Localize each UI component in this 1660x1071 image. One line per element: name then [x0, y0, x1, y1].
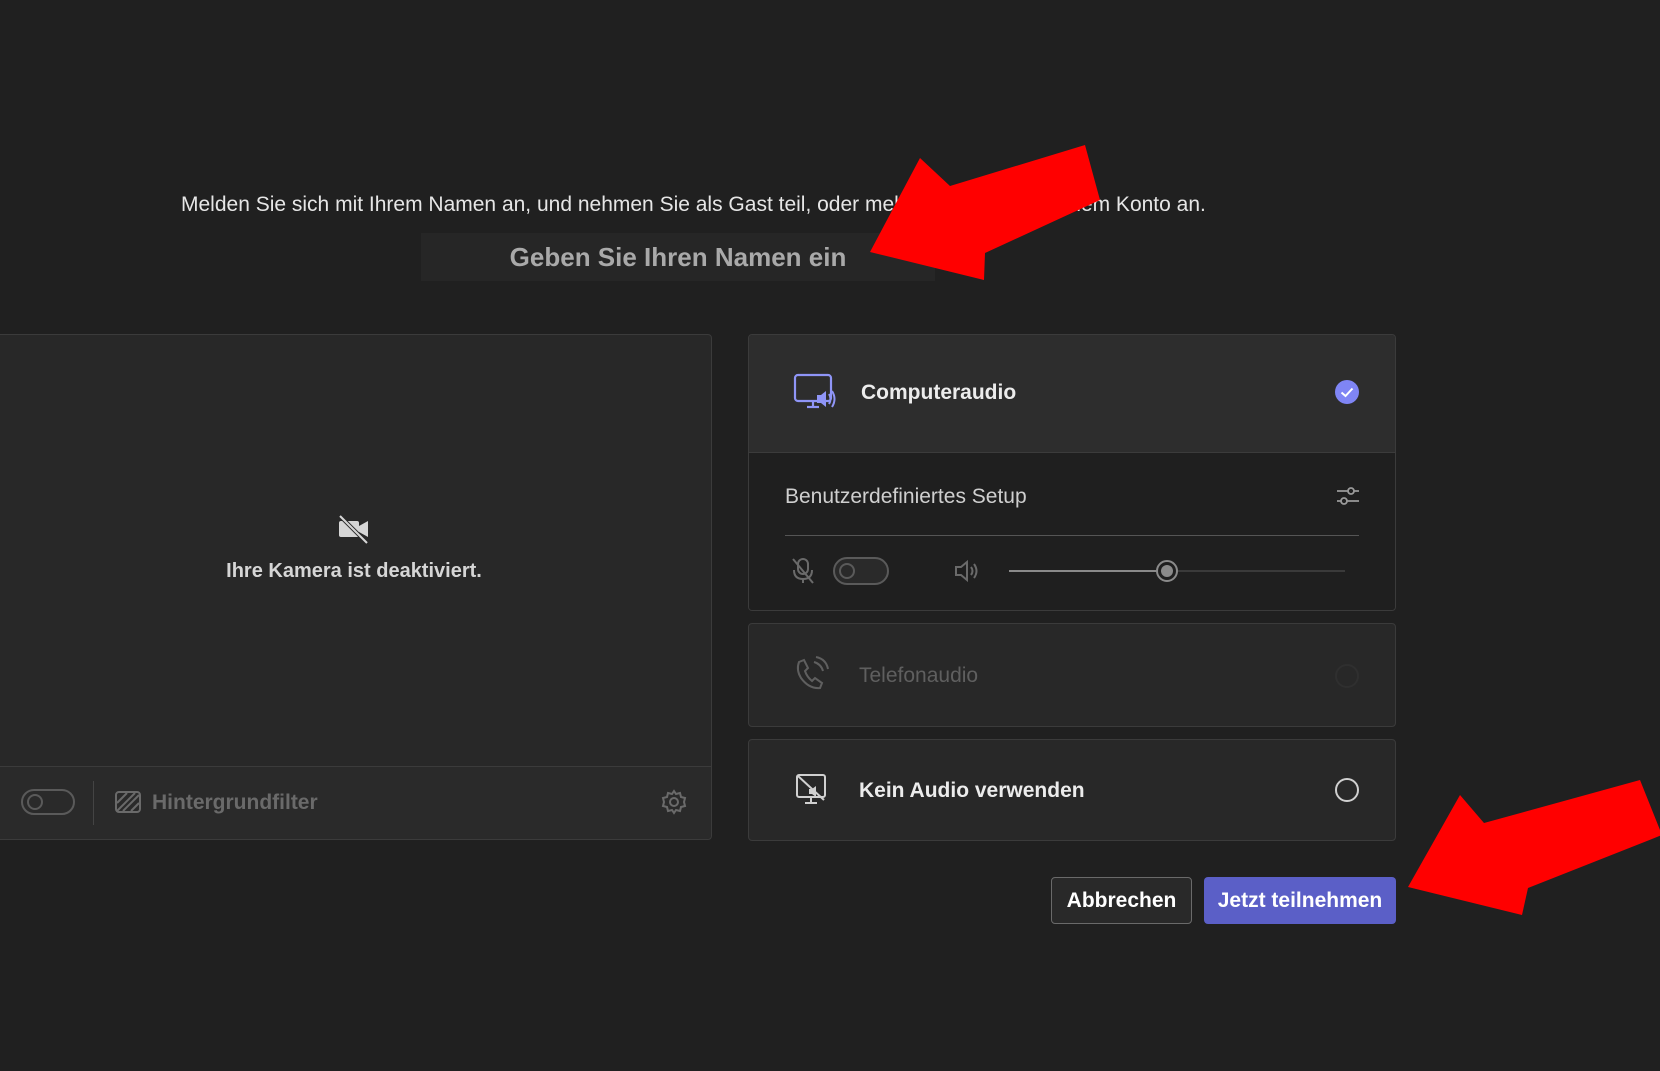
- name-input[interactable]: [421, 233, 935, 281]
- cancel-button[interactable]: Abbrechen: [1051, 877, 1192, 924]
- camera-preview: Ihre Kamera ist deaktiviert. Hintergrund…: [0, 334, 712, 840]
- background-filter-icon: [115, 791, 141, 813]
- sliders-icon[interactable]: [1335, 483, 1361, 509]
- gear-icon[interactable]: [661, 789, 687, 815]
- no-audio-radio[interactable]: [1335, 778, 1359, 802]
- volume-thumb[interactable]: [1155, 560, 1178, 582]
- phone-audio-icon: [791, 656, 835, 696]
- camera-toggle[interactable]: [21, 789, 75, 815]
- no-audio-icon: [795, 773, 839, 813]
- camera-status-text: Ihre Kamera ist deaktiviert.: [226, 560, 482, 582]
- microphone-toggle[interactable]: [833, 557, 889, 585]
- computer-audio-option[interactable]: Computeraudio Benutzerdefiniertes Setup: [748, 334, 1396, 611]
- annotation-arrow-name: [870, 145, 1100, 280]
- computer-audio-label: Computeraudio: [861, 381, 1017, 404]
- toolbar-divider: [93, 781, 94, 825]
- join-now-button[interactable]: Jetzt teilnehmen: [1204, 877, 1396, 924]
- speaker-icon: [953, 557, 981, 585]
- phone-audio-label: Telefonaudio: [859, 664, 979, 687]
- background-filter-button[interactable]: Hintergrundfilter: [152, 791, 318, 815]
- setup-divider: [785, 535, 1359, 536]
- custom-setup-label: Benutzerdefiniertes Setup: [785, 485, 1027, 508]
- computer-audio-header[interactable]: Computeraudio: [749, 335, 1395, 453]
- custom-setup-panel: Benutzerdefiniertes Setup: [749, 453, 1395, 610]
- phone-audio-option[interactable]: Telefonaudio: [748, 623, 1396, 727]
- computer-audio-radio[interactable]: [1335, 380, 1359, 404]
- volume-fill: [1009, 570, 1167, 572]
- camera-off-icon: [337, 513, 371, 545]
- computer-audio-icon: [793, 373, 837, 413]
- camera-status-area: Ihre Kamera ist deaktiviert.: [0, 513, 711, 583]
- camera-toolbar: Hintergrundfilter: [0, 766, 711, 839]
- mic-off-icon: [791, 557, 815, 585]
- volume-slider[interactable]: [1009, 560, 1345, 582]
- no-audio-option[interactable]: Kein Audio verwenden: [748, 739, 1396, 841]
- annotation-arrow-join: [1408, 780, 1660, 915]
- phone-audio-radio[interactable]: [1335, 664, 1359, 688]
- no-audio-label: Kein Audio verwenden: [859, 779, 1085, 802]
